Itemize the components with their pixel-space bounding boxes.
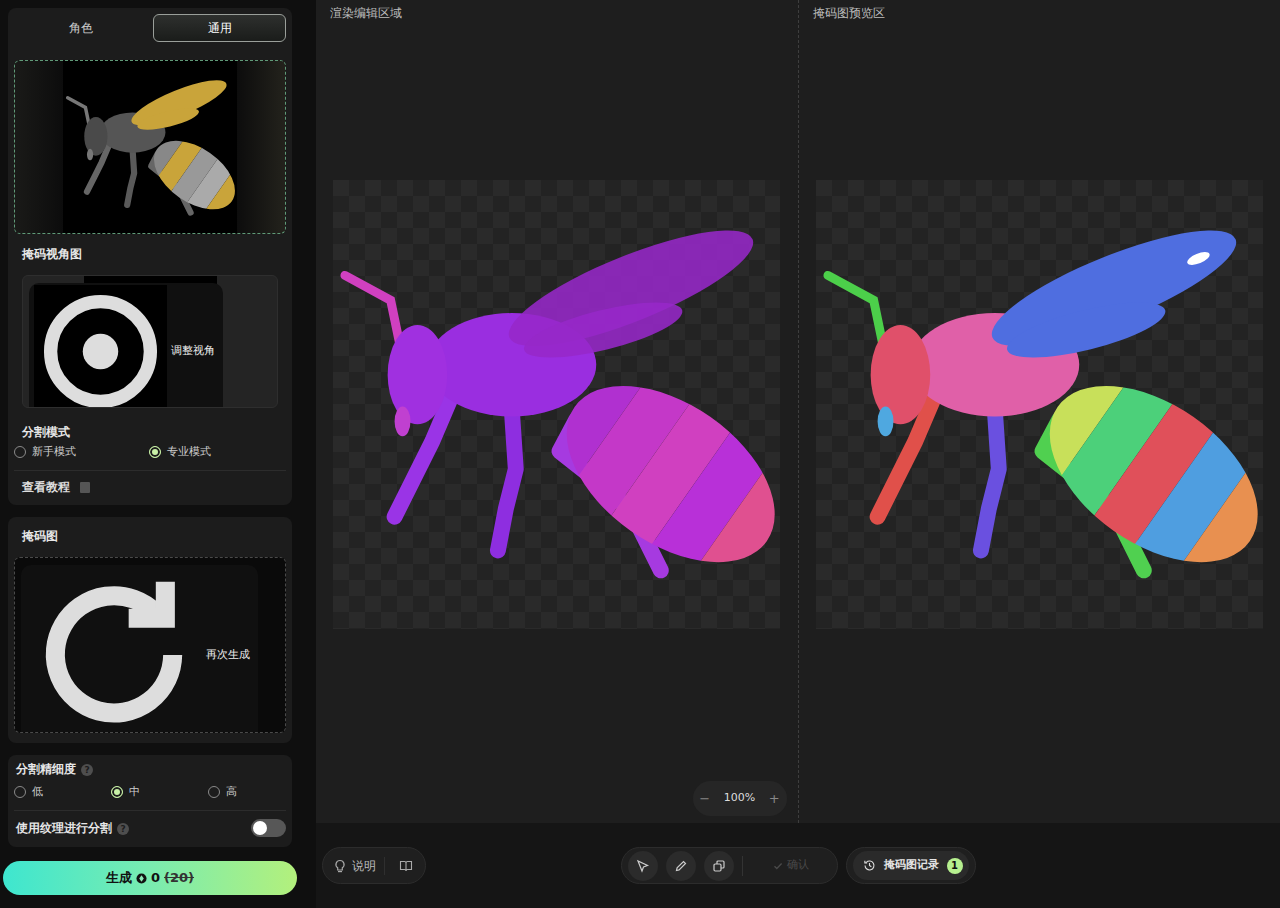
book-icon: [399, 859, 413, 873]
generate-label: 生成: [106, 868, 132, 888]
tab-label: 通用: [208, 19, 232, 37]
sidebar: 角色 通用 掩码视角图 调整视角 分割模式 新手模式 专业模式 查看教程 掩码图: [0, 0, 300, 908]
zoom-control: − 100% +: [693, 781, 787, 816]
mask-view-image: 调整视角: [22, 275, 278, 408]
radio-option[interactable]: 低: [14, 784, 111, 801]
radio-label: 低: [32, 784, 43, 801]
zoom-value: 100%: [724, 790, 755, 807]
help-group: 说明: [322, 847, 426, 884]
texture-toggle-row: 使用纹理进行分割?: [14, 819, 286, 837]
tool-group: 确认: [621, 847, 838, 884]
precision-card: 分割精细度? 低 中 高 使用纹理进行分割?: [8, 755, 292, 847]
help-icon[interactable]: ?: [81, 764, 93, 776]
lightbulb-icon: [333, 859, 347, 873]
radio-dot[interactable]: [14, 786, 26, 798]
panel-title: 渲染编辑区域: [316, 0, 798, 26]
check-icon: [773, 861, 783, 871]
zoom-in-button[interactable]: +: [769, 789, 780, 809]
radio-label: 新手模式: [32, 444, 76, 461]
lasso-tool[interactable]: [628, 851, 658, 881]
pen-icon: [674, 859, 688, 873]
book-icon: [80, 482, 90, 493]
regenerate-label: 再次生成: [206, 647, 250, 664]
split-mode-group: 新手模式 专业模式: [14, 442, 286, 462]
confirm-button[interactable]: 确认: [751, 857, 831, 874]
mask-card: 掩码图 再次生成: [8, 517, 292, 743]
zoom-out-button[interactable]: −: [699, 789, 710, 809]
history-label: 掩码图记录: [884, 857, 939, 874]
history-group: 掩码图记录 1: [846, 847, 976, 884]
bee-image: [816, 180, 1263, 629]
manual-button[interactable]: [391, 859, 421, 873]
history-count-badge: 1: [947, 858, 963, 874]
radio-dot[interactable]: [14, 446, 26, 458]
render-canvas[interactable]: [333, 180, 780, 629]
radio-dot[interactable]: [208, 786, 220, 798]
radio-label: 高: [226, 784, 237, 801]
confirm-label: 确认: [787, 857, 809, 874]
texture-toggle-label: 使用纹理进行分割: [16, 821, 112, 835]
radio-label: 专业模式: [167, 444, 211, 461]
radio-option[interactable]: 高: [208, 784, 286, 801]
help-button[interactable]: 说明: [333, 857, 385, 875]
bottom-toolbar: 说明 确认: [316, 823, 1280, 908]
mask-history-button[interactable]: 掩码图记录 1: [853, 851, 969, 880]
radio-option[interactable]: 新手模式: [14, 444, 149, 461]
workspace: 渲染编辑区域 − 100% + 掩码图预览区 说明: [316, 0, 1280, 908]
adjust-view-button[interactable]: 调整视角: [29, 283, 223, 408]
render-panel: 渲染编辑区域 − 100% +: [316, 0, 798, 823]
mask-preview-panel: 掩码图预览区: [798, 0, 1280, 823]
mask-preview-canvas: [816, 180, 1263, 629]
tab[interactable]: 通用: [153, 14, 286, 42]
radio-dot[interactable]: [149, 446, 161, 458]
tab[interactable]: 角色: [14, 14, 147, 42]
lasso-icon: [636, 859, 650, 873]
camera-rotate-icon: [34, 285, 167, 408]
tutorial-label: 查看教程: [22, 479, 70, 495]
adjust-view-label: 调整视角: [171, 343, 215, 360]
precision-label: 分割精细度: [16, 762, 76, 776]
coin-icon: [136, 873, 147, 884]
help-label: 说明: [352, 857, 376, 875]
precision-group: 低 中 高: [14, 782, 286, 802]
tutorial-link[interactable]: 查看教程: [14, 479, 286, 495]
panel-title: 掩码图预览区: [799, 0, 1280, 26]
radio-option[interactable]: 中: [111, 784, 208, 801]
settings-card: 角色 通用 掩码视角图 调整视角 分割模式 新手模式 专业模式 查看教程: [8, 8, 292, 505]
copy-icon: [712, 859, 726, 873]
radio-label: 中: [129, 784, 140, 801]
pen-tool[interactable]: [666, 851, 696, 881]
split-mode-title: 分割模式: [14, 424, 286, 440]
precision-title: 分割精细度?: [14, 761, 286, 777]
merge-tool[interactable]: [704, 851, 734, 881]
tab-bar: 角色 通用: [14, 14, 286, 42]
bee-image: [333, 180, 780, 629]
radio-option[interactable]: 专业模式: [149, 444, 284, 461]
texture-toggle[interactable]: [251, 819, 286, 837]
regenerate-button[interactable]: 再次生成: [21, 565, 258, 733]
help-icon[interactable]: ?: [117, 823, 129, 835]
refresh-icon: [26, 567, 202, 733]
tab-label: 角色: [69, 19, 93, 37]
generate-original-cost: (20): [164, 868, 194, 888]
generate-cost: 0: [151, 868, 160, 888]
mask-title: 掩码图: [14, 528, 286, 544]
reference-photo[interactable]: [14, 60, 286, 234]
generate-button[interactable]: 生成 0 (20): [3, 861, 297, 895]
mask-image: 再次生成: [14, 557, 286, 733]
history-icon: [863, 859, 876, 872]
radio-dot[interactable]: [111, 786, 123, 798]
bee-image: [63, 61, 237, 234]
mask-view-title: 掩码视角图: [14, 246, 286, 262]
